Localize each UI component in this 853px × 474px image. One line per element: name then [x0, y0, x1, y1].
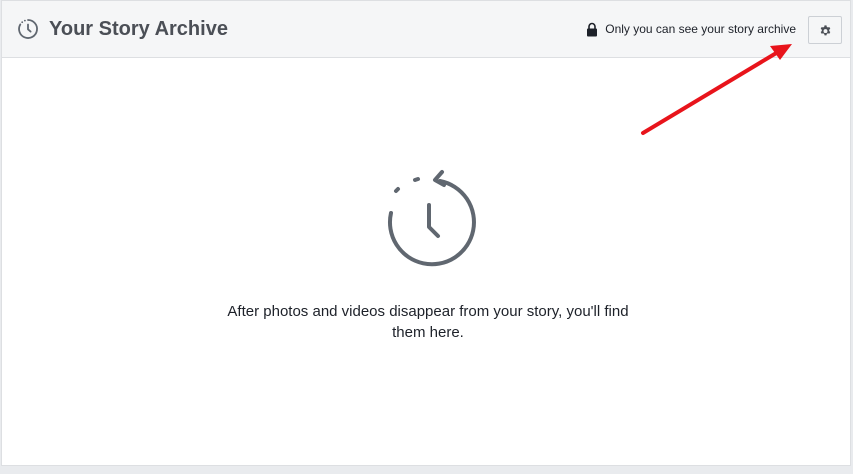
- privacy-notice: Only you can see your story archive: [586, 20, 796, 38]
- privacy-text: Only you can see your story archive: [605, 22, 796, 36]
- page-title: Your Story Archive: [49, 18, 228, 40]
- settings-button[interactable]: [808, 16, 842, 44]
- empty-state-archive-icon: [374, 169, 484, 279]
- lock-icon: [586, 22, 598, 37]
- empty-state-message: After photos and videos disappear from y…: [227, 303, 629, 341]
- story-archive-panel: Your Story Archive Only you can see your…: [1, 0, 851, 466]
- gear-icon: [819, 24, 832, 37]
- archive-clock-icon: [16, 17, 40, 41]
- archive-header: Your Story Archive Only you can see your…: [2, 1, 850, 58]
